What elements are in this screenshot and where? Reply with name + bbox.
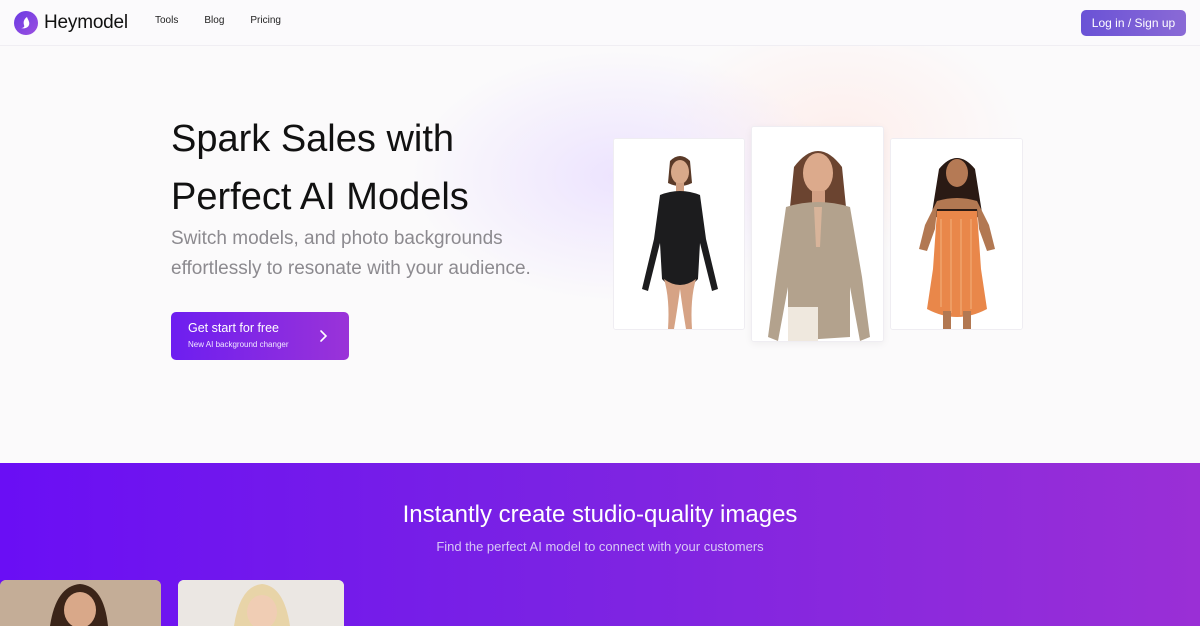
hero-title-line1: Spark Sales with <box>171 118 455 160</box>
nav-pricing[interactable]: Pricing <box>250 15 281 26</box>
sample-image-thumbnail <box>0 580 161 626</box>
hero-title: Spark Sales with Perfect AI Models <box>171 110 591 226</box>
model-black-bodysuit-photo <box>613 138 745 330</box>
nav-tools[interactable]: Tools <box>155 15 178 26</box>
hero-title-line2: Perfect AI Models <box>171 176 469 218</box>
studio-quality-section: Instantly create studio-quality images F… <box>0 463 1200 626</box>
hero-subtitle-line2: effortlessly to resonate with your audie… <box>171 258 531 279</box>
chevron-right-icon <box>320 330 328 342</box>
section-title: Instantly create studio-quality images <box>402 501 798 528</box>
model-beige-top-photo <box>751 126 884 342</box>
brand-logo[interactable]: Heymodel <box>14 10 128 35</box>
login-signup-button[interactable]: Log in / Sign up <box>1081 10 1186 36</box>
logo-icon <box>14 10 38 35</box>
sample-image-thumbnail <box>178 580 344 626</box>
hero-section: Spark Sales with Perfect AI Models Switc… <box>0 46 1200 463</box>
model-orange-dress-photo <box>890 138 1023 330</box>
nav-blog[interactable]: Blog <box>204 15 224 26</box>
hero-subtitle: Switch models, and photo backgrounds eff… <box>171 224 571 284</box>
hero-subtitle-line1: Switch models, and photo backgrounds <box>171 228 503 249</box>
main-nav: Tools Blog Pricing <box>155 15 307 26</box>
section-subtitle: Find the perfect AI model to connect wit… <box>436 539 764 554</box>
brand-name: Heymodel <box>44 11 128 33</box>
get-started-button[interactable]: Get start for free New AI background cha… <box>171 312 349 360</box>
top-navbar: Heymodel Tools Blog Pricing Log in / Sig… <box>0 0 1200 46</box>
